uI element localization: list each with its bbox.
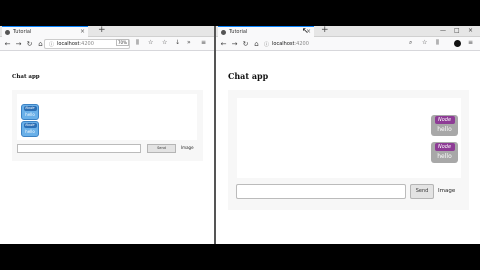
- favicon-icon: [221, 29, 226, 35]
- bookmark-star-icon[interactable]: ☆: [162, 39, 167, 46]
- info-icon[interactable]: ⓘ: [49, 41, 54, 48]
- url-port: :4200: [79, 41, 94, 47]
- url-bar[interactable]: ⓘ localhost:4200: [260, 39, 472, 49]
- account-icon[interactable]: [454, 40, 461, 47]
- tab-bar: Tutorial × +: [0, 26, 214, 37]
- forward-icon[interactable]: →: [15, 40, 22, 48]
- new-tab-button[interactable]: +: [98, 26, 106, 35]
- chat-panel: Node hello Node hello Send Image: [12, 90, 203, 161]
- back-icon[interactable]: ←: [220, 40, 227, 48]
- tab-tutorial[interactable]: Tutorial ×: [218, 26, 314, 37]
- message-sender: Node: [434, 116, 455, 124]
- page-title: Chat app: [228, 71, 269, 81]
- menu-icon[interactable]: ≡: [468, 39, 473, 46]
- image-button[interactable]: Image: [181, 145, 194, 150]
- message-sender: Node: [434, 143, 455, 151]
- close-tab-icon[interactable]: ×: [80, 28, 85, 35]
- tab-tutorial[interactable]: Tutorial ×: [2, 26, 88, 37]
- minimize-icon[interactable]: —: [440, 27, 446, 34]
- message-bubble: Node hello: [21, 121, 39, 137]
- message-bubble: Node hello: [21, 104, 39, 120]
- url-host: localhost: [272, 41, 295, 47]
- mouse-cursor-icon: ↖: [302, 26, 309, 35]
- message-input[interactable]: [17, 144, 141, 153]
- message-area: Node hello Node hello: [237, 98, 461, 178]
- bookmark-icon[interactable]: ☆: [422, 39, 427, 46]
- message-text: hello: [25, 112, 35, 117]
- left-browser-window: Tutorial × + ← → ↻ ⌂ ⓘ localhost:4200 70…: [0, 26, 214, 244]
- library-icon[interactable]: ⫼: [136, 39, 139, 47]
- nav-bar: ← → ↻ ⌂ ⓘ localhost:4200 70% ⫼ ☆ ☆ ↓ » ≡: [0, 37, 214, 51]
- send-button[interactable]: Send: [147, 144, 176, 153]
- message-text: hello: [437, 126, 452, 133]
- message-text: hello: [25, 129, 35, 134]
- menu-icon[interactable]: ≡: [201, 39, 206, 46]
- url-port: :4200: [294, 41, 309, 47]
- home-icon[interactable]: ⌂: [37, 40, 44, 48]
- send-button[interactable]: Send: [410, 184, 434, 199]
- tab-title: Tutorial: [13, 29, 32, 35]
- library-icon[interactable]: ⫼: [436, 39, 439, 47]
- reload-icon[interactable]: ↻: [26, 40, 33, 48]
- image-button[interactable]: Image: [438, 188, 455, 194]
- download-icon[interactable]: ↓: [175, 39, 180, 46]
- nav-bar: ← → ↻ ⌂ ⓘ localhost:4200 ⌕ ☆ ⫼ ≡: [216, 37, 480, 51]
- message-bubble: Node hello: [431, 115, 458, 136]
- overflow-icon[interactable]: »: [187, 39, 191, 46]
- message-bubble: Node hello: [431, 142, 458, 163]
- home-icon[interactable]: ⌂: [253, 40, 260, 48]
- close-window-icon[interactable]: ×: [468, 27, 473, 34]
- back-icon[interactable]: ←: [4, 40, 11, 48]
- forward-icon[interactable]: →: [231, 40, 238, 48]
- tab-bar: Tutorial × + — □ ×: [216, 26, 480, 37]
- message-input[interactable]: [236, 184, 406, 199]
- new-tab-button[interactable]: +: [321, 26, 329, 35]
- info-icon[interactable]: ⓘ: [264, 41, 269, 48]
- message-text: hello: [437, 153, 452, 160]
- zoom-icon[interactable]: ⌕: [409, 39, 412, 47]
- tab-title: Tutorial: [229, 29, 248, 35]
- page-title: Chat app: [12, 74, 40, 80]
- maximize-icon[interactable]: □: [454, 27, 460, 34]
- favicon-icon: [5, 29, 10, 35]
- message-area: Node hello Node hello: [17, 94, 197, 140]
- right-browser-window: Tutorial × + — □ × ← → ↻ ⌂ ⓘ localhost:4…: [216, 26, 480, 244]
- bookmark-icon[interactable]: ☆: [148, 39, 153, 46]
- chat-panel: Node hello Node hello Send Image: [228, 90, 469, 210]
- zoom-level[interactable]: 70%: [116, 39, 129, 46]
- url-host: localhost: [57, 41, 80, 47]
- reload-icon[interactable]: ↻: [242, 40, 249, 48]
